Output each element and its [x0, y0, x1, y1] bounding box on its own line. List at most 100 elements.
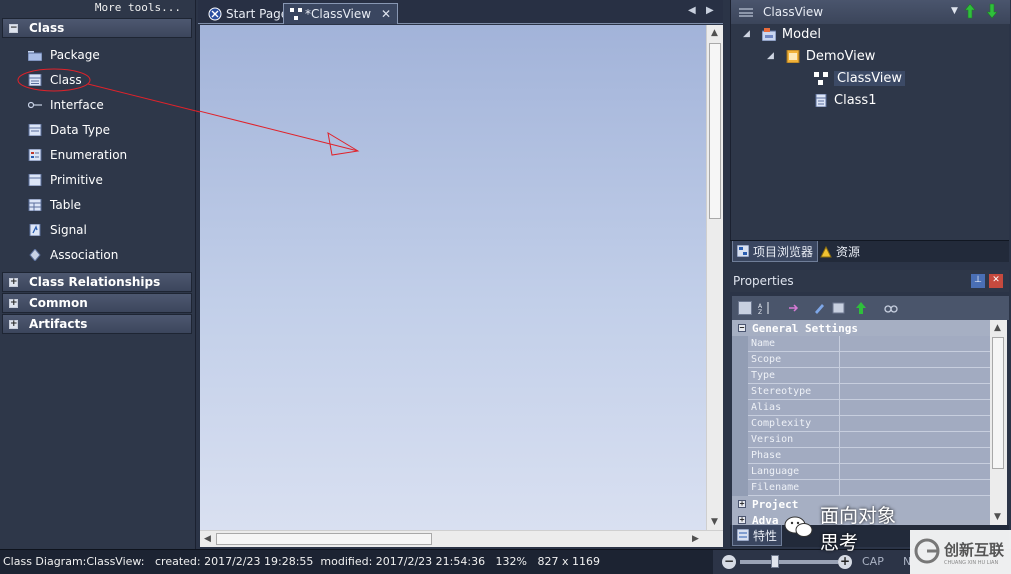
tree-node-demoview[interactable]: ◢ DemoView [767, 46, 875, 66]
tab-project-browser[interactable]: 项目浏览器 [732, 241, 819, 262]
property-value[interactable] [840, 480, 990, 496]
tab-properties[interactable]: 特性 [732, 525, 783, 546]
tree-node-class1[interactable]: Class1 [814, 90, 876, 110]
start-page-icon [208, 7, 222, 21]
property-name: Stereotype [748, 384, 840, 400]
toolbox-group-class[interactable]: − Class [2, 18, 192, 38]
zoom-slider[interactable] [740, 560, 838, 564]
edit-icon[interactable] [812, 301, 826, 315]
tree-node-model[interactable]: ◢ Model [743, 24, 821, 44]
tree-node-label: Model [781, 26, 821, 42]
scroll-right-icon[interactable]: ▶ [692, 534, 699, 544]
scrollbar-thumb[interactable] [216, 533, 432, 545]
scroll-down-icon[interactable]: ▼ [994, 512, 1001, 522]
tab-classview[interactable]: *ClassView ✕ [283, 3, 399, 24]
menu-icon[interactable] [739, 7, 753, 17]
property-value[interactable] [840, 384, 990, 400]
diagram-canvas[interactable] [200, 25, 706, 530]
properties-icon [736, 528, 750, 542]
property-category-general[interactable]: − General Settings [732, 320, 990, 336]
property-value[interactable] [840, 464, 990, 480]
more-tools-link[interactable]: More tools... [95, 1, 181, 14]
property-row[interactable]: Version [748, 432, 990, 448]
collapse-icon: − [738, 323, 746, 332]
tree-expanded-icon[interactable]: ◢ [743, 29, 750, 39]
tab-start-page[interactable]: Start Page [202, 3, 294, 24]
property-row[interactable]: Language [748, 464, 990, 480]
property-category-label: General Settings [752, 321, 858, 335]
expand-icon: + [738, 499, 746, 508]
toolbox-group-artifacts[interactable]: + Artifacts [2, 314, 192, 334]
canvas-vertical-scrollbar[interactable]: ▲ ▼ [706, 25, 723, 530]
move-down-icon[interactable] [986, 3, 998, 22]
scroll-down-icon[interactable]: ▼ [711, 517, 718, 527]
toolbox-item-signal[interactable]: Signal [28, 219, 87, 241]
property-row[interactable]: Name [748, 336, 990, 352]
toolbox-item-primitive[interactable]: Primitive [28, 169, 103, 191]
zoom-out-icon[interactable]: − [722, 555, 736, 569]
property-value[interactable] [840, 432, 990, 448]
tree-expanded-icon[interactable]: ◢ [767, 51, 774, 61]
dropdown-icon[interactable]: ▼ [951, 6, 958, 16]
tab-resources[interactable]: 资源 [816, 241, 864, 262]
pin-icon[interactable]: ⊥ [971, 274, 985, 288]
property-row[interactable]: Phase [748, 448, 990, 464]
close-tab-icon[interactable]: ✕ [381, 7, 391, 21]
property-row[interactable]: Alias [748, 400, 990, 416]
toolbox-item-table[interactable]: Table [28, 194, 81, 216]
property-arrow-icon[interactable] [788, 301, 802, 315]
association-icon [28, 248, 42, 262]
scroll-up-icon[interactable]: ▲ [711, 28, 718, 38]
expand-icon: + [9, 297, 18, 308]
enumeration-icon [28, 148, 42, 162]
toolbox-group-label: Artifacts [29, 317, 88, 331]
toolbox-item-label: Signal [50, 223, 87, 237]
property-row[interactable]: Type [748, 368, 990, 384]
move-up-icon[interactable] [964, 3, 976, 22]
zoom-in-icon[interactable]: + [838, 555, 852, 569]
close-panel-icon[interactable]: ✕ [989, 274, 1003, 288]
project-browser-title: ClassView [763, 5, 824, 19]
scrollbar-thumb[interactable] [992, 337, 1004, 469]
sort-alphabetical-icon[interactable]: AZ [758, 301, 772, 316]
tab-label: *ClassView [305, 7, 372, 21]
property-grid-scrollbar[interactable]: ▲ ▼ [990, 320, 1007, 525]
green-arrow-icon[interactable] [854, 301, 868, 315]
property-value[interactable] [840, 352, 990, 368]
property-row[interactable]: Stereotype [748, 384, 990, 400]
property-row[interactable]: Complexity [748, 416, 990, 432]
scroll-up-icon[interactable]: ▲ [994, 323, 1001, 333]
toolbox-group-common[interactable]: + Common [2, 293, 192, 313]
toolbox-item-association[interactable]: Association [28, 244, 118, 266]
tab-scroll-left-icon[interactable]: ◀ [688, 5, 696, 16]
property-value[interactable] [840, 400, 990, 416]
toolbox-item-package[interactable]: Package [27, 44, 100, 66]
property-row[interactable]: Filename [748, 480, 990, 496]
tab-label: 特性 [753, 528, 778, 543]
canvas-horizontal-scrollbar[interactable]: ◀ ▶ [200, 530, 723, 547]
zoom-slider-thumb[interactable] [771, 555, 779, 568]
property-category-label: Adva [752, 513, 779, 526]
property-value[interactable] [840, 368, 990, 384]
datatype-icon [28, 123, 42, 137]
property-pages-icon[interactable] [832, 301, 846, 315]
toolbox-group-class-relationships[interactable]: + Class Relationships [2, 272, 192, 292]
property-value[interactable] [840, 416, 990, 432]
property-row[interactable]: Scope [748, 352, 990, 368]
property-value[interactable] [840, 336, 990, 352]
toolbox-item-enumeration[interactable]: Enumeration [28, 144, 127, 166]
tree-node-classview[interactable]: ClassView [814, 68, 906, 88]
tab-scroll-right-icon[interactable]: ▶ [706, 5, 714, 16]
scroll-left-icon[interactable]: ◀ [204, 534, 211, 544]
scrollbar-thumb[interactable] [709, 43, 721, 219]
toolbox-item-label: Association [50, 248, 119, 262]
tab-label: 资源 [836, 245, 861, 259]
toolbox-group-label: Class [29, 21, 65, 35]
project-browser-title-bar: ClassView ▼ [731, 0, 1010, 24]
properties-toolbar: AZ [732, 296, 1009, 320]
find-icon[interactable] [884, 301, 898, 315]
brand-watermark: 创新互联 CHUANG XIN HU LIAN [910, 530, 1011, 574]
brand-watermark-subtext: CHUANG XIN HU LIAN [944, 559, 999, 566]
property-value[interactable] [840, 448, 990, 464]
categorized-view-icon[interactable] [738, 301, 752, 315]
